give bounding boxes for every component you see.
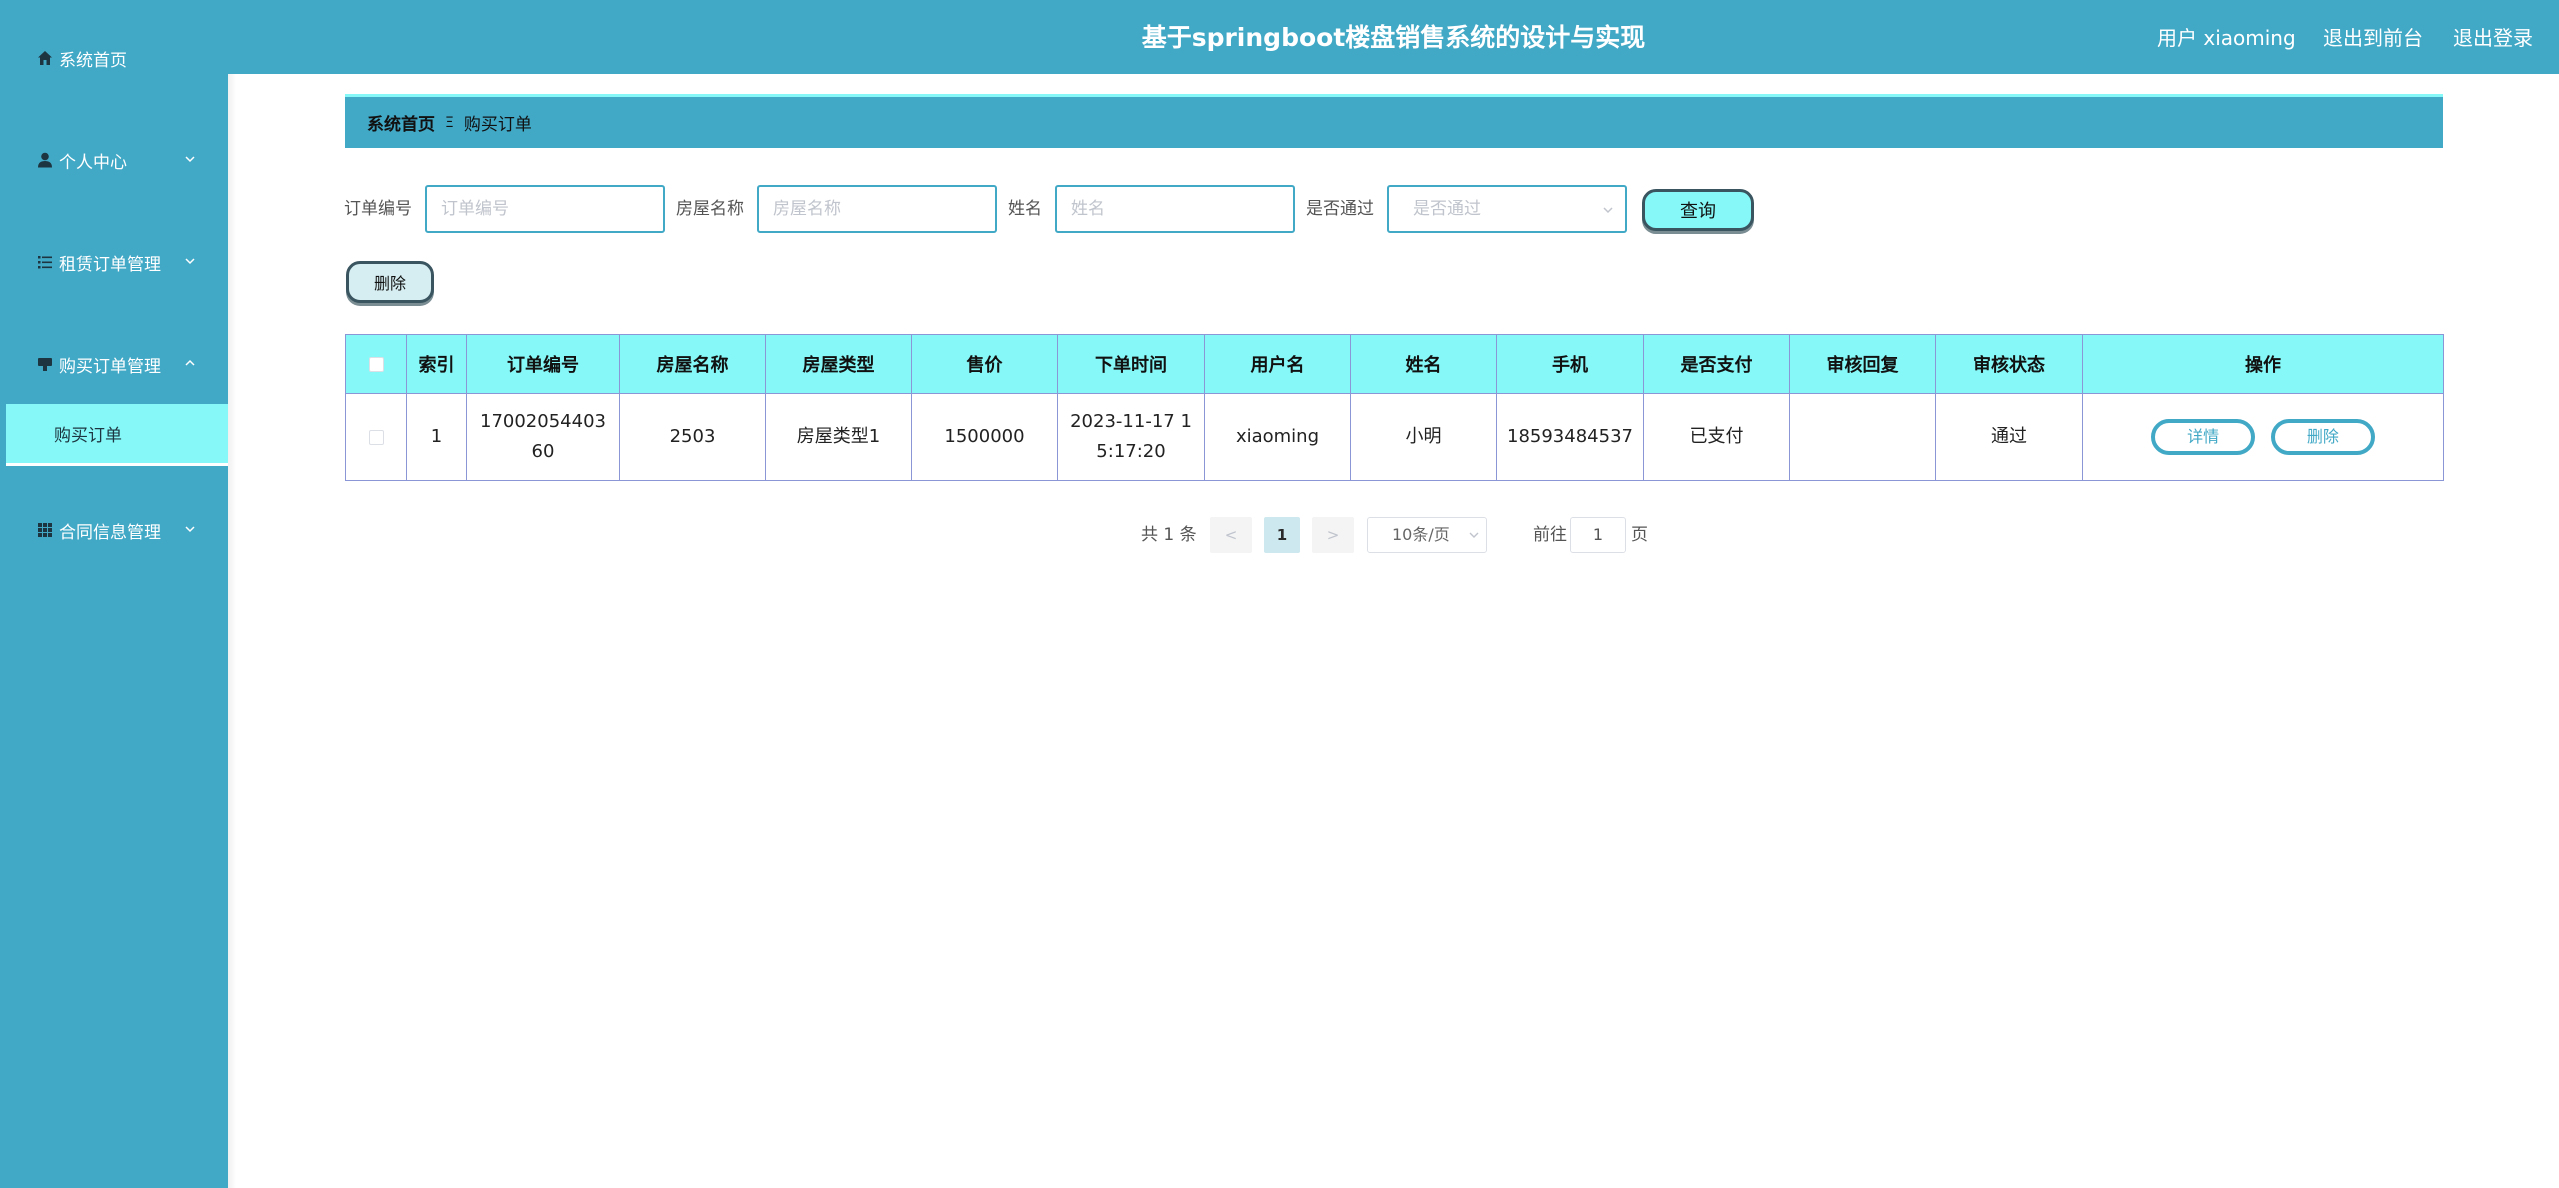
batch-delete-button[interactable]: 删除 — [346, 261, 434, 303]
cell-name: 小明 — [1350, 393, 1497, 481]
col-header: 操作 — [2082, 334, 2444, 394]
sidebar-item-label: 租赁订单管理 — [59, 254, 161, 275]
cell-house-type: 房屋类型1 — [765, 393, 912, 481]
list-icon — [35, 252, 55, 272]
breadcrumb-separator-icon: Ξ — [445, 114, 454, 131]
breadcrumb-current: 购买订单 — [463, 115, 532, 135]
col-header: 用户名 — [1204, 334, 1351, 394]
col-header: 房屋名称 — [619, 334, 766, 394]
col-header: 下单时间 — [1057, 334, 1205, 394]
sidebar-item-label: 系统首页 — [59, 50, 127, 71]
row-select-cell[interactable] — [345, 393, 407, 481]
col-header: 是否支付 — [1643, 334, 1790, 394]
col-header: 手机 — [1496, 334, 1644, 394]
cell-paid: 已支付 — [1643, 393, 1790, 481]
order-no-input[interactable] — [425, 185, 665, 233]
cell-order-time: 2023-11-17 15:17:20 — [1057, 393, 1205, 481]
sidebar-subitem-label: 购买订单 — [54, 426, 122, 446]
sidebar-item-purchase-orders[interactable]: 购买订单管理 — [0, 344, 228, 384]
pagination-current-page[interactable]: 1 — [1264, 517, 1300, 553]
pagination-total: 共 1 条 — [1141, 525, 1197, 545]
sidebar-shadow — [228, 0, 236, 1188]
row-checkbox[interactable] — [368, 429, 384, 445]
logout-link[interactable]: 退出登录 — [2453, 0, 2533, 74]
chevron-up-icon — [185, 359, 195, 366]
name-label: 姓名 — [1008, 199, 1042, 219]
grid-icon — [35, 520, 55, 540]
table-row: 1 1700205440360 2503 房屋类型1 1500000 2023-… — [345, 393, 2444, 481]
home-icon — [35, 48, 55, 68]
sidebar-item-home[interactable]: 系统首页 — [0, 38, 228, 78]
sidebar-item-contracts[interactable]: 合同信息管理 — [0, 510, 228, 550]
name-input[interactable] — [1055, 185, 1295, 233]
chevron-down-icon — [185, 258, 195, 265]
detail-button[interactable]: 详情 — [2151, 419, 2256, 455]
cell-order-no: 1700205440360 — [466, 393, 620, 481]
cell-price: 1500000 — [911, 393, 1058, 481]
cart-icon — [35, 354, 55, 374]
approved-label: 是否通过 — [1306, 199, 1374, 219]
query-button[interactable]: 查询 — [1642, 189, 1754, 231]
breadcrumb-home[interactable]: 系统首页 — [367, 110, 435, 135]
cell-actions: 详情 删除 — [2082, 393, 2444, 481]
top-header: 基于springboot楼盘销售系统的设计与实现 用户 xiaoming 退出到… — [228, 0, 2559, 74]
table-header-row: 索引 订单编号 房屋名称 房屋类型 售价 下单时间 用户名 姓名 手机 是否支付… — [345, 334, 2444, 394]
page-size-select[interactable]: 10条/页 — [1367, 517, 1487, 553]
user-label: 用户 xiaoming — [2157, 26, 2296, 50]
pagination-goto-input[interactable]: 1 — [1570, 517, 1626, 553]
chevron-down-icon — [185, 526, 195, 533]
breadcrumb: 系统首页 Ξ 购买订单 — [345, 94, 2443, 148]
pagination-goto-label: 前往 — [1533, 525, 1567, 545]
col-header: 姓名 — [1350, 334, 1497, 394]
purchase-order-table: 索引 订单编号 房屋名称 房屋类型 售价 下单时间 用户名 姓名 手机 是否支付… — [345, 334, 2444, 481]
select-all-cell[interactable] — [345, 334, 407, 394]
sidebar-item-label: 个人中心 — [59, 152, 127, 173]
house-name-label: 房屋名称 — [676, 199, 744, 219]
pagination-prev-button[interactable]: < — [1210, 517, 1252, 553]
col-header: 售价 — [911, 334, 1058, 394]
chevron-down-icon — [1469, 532, 1479, 538]
chevron-down-icon — [185, 156, 195, 163]
sidebar-item-rental-orders[interactable]: 租赁订单管理 — [0, 242, 228, 282]
sidebar-item-personal[interactable]: 个人中心 — [0, 140, 228, 180]
user-icon — [35, 150, 55, 170]
sidebar-item-label: 购买订单管理 — [59, 356, 161, 377]
col-header: 审核回复 — [1789, 334, 1936, 394]
cell-house-name: 2503 — [619, 393, 766, 481]
approved-select[interactable]: 是否通过 — [1387, 185, 1627, 233]
to-front-link[interactable]: 退出到前台 — [2323, 0, 2423, 74]
col-header: 审核状态 — [1935, 334, 2083, 394]
sidebar-item-label: 合同信息管理 — [59, 522, 161, 543]
cell-review-reply — [1789, 393, 1936, 481]
page-size-value: 10条/页 — [1392, 525, 1450, 544]
row-delete-button[interactable]: 删除 — [2270, 419, 2375, 455]
order-no-label: 订单编号 — [344, 199, 412, 219]
col-header: 订单编号 — [466, 334, 620, 394]
pagination-next-button[interactable]: > — [1312, 517, 1354, 553]
cell-username: xiaoming — [1204, 393, 1351, 481]
select-all-checkbox[interactable] — [368, 357, 384, 372]
house-name-input[interactable] — [757, 185, 997, 233]
col-header: 房屋类型 — [765, 334, 912, 394]
pagination-page-unit: 页 — [1631, 525, 1648, 545]
sidebar: 系统首页 个人中心 租赁订单管理 购买订单管理 购买订单 合同信息管理 — [0, 0, 236, 1188]
col-header: 索引 — [406, 334, 467, 394]
cell-review-status: 通过 — [1935, 393, 2083, 481]
approved-select-placeholder: 是否通过 — [1413, 199, 1481, 219]
cell-index: 1 — [406, 393, 467, 481]
sidebar-subitem-purchase-order[interactable]: 购买订单 — [6, 404, 228, 466]
chevron-down-icon — [1603, 207, 1613, 214]
cell-phone: 18593484537 — [1496, 393, 1644, 481]
